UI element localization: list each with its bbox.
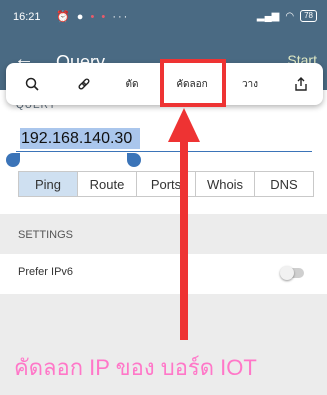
annotation-arrow (168, 108, 200, 340)
annotation-caption: คัดลอก IP ของ บอร์ด IOT (14, 355, 257, 380)
